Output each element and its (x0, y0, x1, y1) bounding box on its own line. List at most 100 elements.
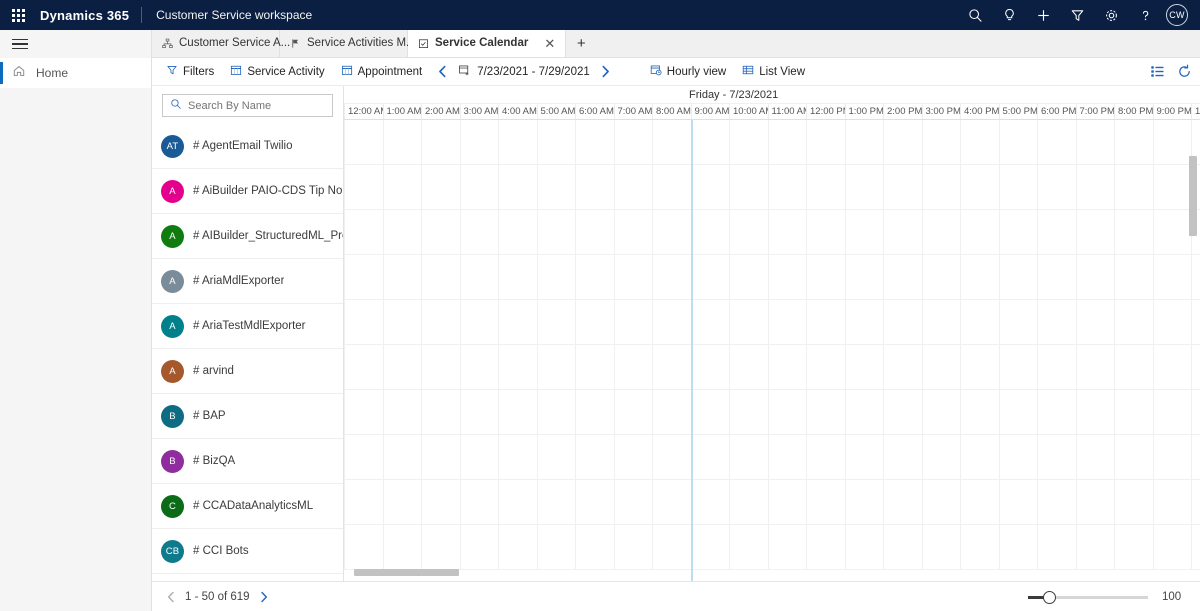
resource-row[interactable]: A # AIBuilder_StructuredML_PrePr (152, 214, 343, 259)
calendar-cell[interactable] (960, 210, 999, 254)
resource-row[interactable]: CB # CCI Bots (152, 529, 343, 574)
calendar-row[interactable] (344, 345, 1200, 390)
calendar-cell[interactable] (1114, 300, 1153, 344)
calendar-cell[interactable] (459, 255, 499, 299)
calendar-row[interactable] (344, 165, 1200, 210)
calendar-cell[interactable] (806, 300, 845, 344)
calendar-cell[interactable] (883, 390, 922, 434)
calendar-cell[interactable] (459, 480, 499, 524)
calendar-cell[interactable] (1037, 210, 1076, 254)
calendar-cell[interactable] (536, 390, 576, 434)
calendar-cell[interactable] (1037, 120, 1076, 164)
calendar-cell[interactable] (536, 210, 576, 254)
calendar-cell[interactable] (883, 345, 922, 389)
calendar-cell[interactable] (382, 525, 422, 569)
calendar-cell[interactable] (1152, 390, 1192, 434)
calendar-cell[interactable] (960, 300, 999, 344)
calendar-cell[interactable] (883, 255, 922, 299)
calendar-cell[interactable] (536, 255, 576, 299)
calendar-cell[interactable] (1114, 345, 1153, 389)
calendar-cell[interactable] (1114, 120, 1153, 164)
calendar-cell[interactable] (729, 255, 768, 299)
calendar-cell[interactable] (575, 165, 614, 209)
refresh-icon[interactable] (1177, 64, 1192, 79)
calendar-cell[interactable] (998, 300, 1038, 344)
calendar-cell[interactable] (1114, 390, 1153, 434)
calendar-cell[interactable] (382, 300, 422, 344)
calendar-cell[interactable] (844, 345, 884, 389)
calendar-cell[interactable] (844, 435, 884, 479)
tab-customer-service-agent[interactable]: Customer Service A... (152, 29, 290, 57)
calendar-cell[interactable] (998, 435, 1038, 479)
calendar-cell[interactable] (998, 345, 1038, 389)
calendar-cell[interactable] (421, 480, 460, 524)
calendar-cell[interactable] (806, 390, 845, 434)
calendar-cell[interactable] (767, 165, 807, 209)
calendar-cell[interactable] (960, 480, 999, 524)
filter-icon[interactable] (1060, 0, 1094, 30)
calendar-cell[interactable] (767, 345, 807, 389)
calendar-cell[interactable] (536, 345, 576, 389)
calendar-row[interactable] (344, 525, 1200, 570)
calendar-cell[interactable] (998, 525, 1038, 569)
calendar-cell[interactable] (690, 255, 730, 299)
calendar-cell[interactable] (421, 390, 460, 434)
calendar-cell[interactable] (690, 525, 730, 569)
calendar-cell[interactable] (421, 435, 460, 479)
date-range-picker[interactable]: 7/23/2021 - 7/29/2021 (454, 64, 594, 79)
calendar-cell[interactable] (844, 120, 884, 164)
calendar-cell[interactable] (844, 210, 884, 254)
resource-row[interactable]: B # BizQA (152, 439, 343, 484)
calendar-cell[interactable] (498, 255, 537, 299)
calendar-cell[interactable] (498, 165, 537, 209)
previous-page-button[interactable] (166, 591, 176, 603)
calendar-cell[interactable] (806, 165, 845, 209)
plus-icon[interactable] (1026, 0, 1060, 30)
calendar-cell[interactable] (498, 480, 537, 524)
calendar-cell[interactable] (806, 435, 845, 479)
calendar-cell[interactable] (459, 345, 499, 389)
calendar-cell[interactable] (344, 210, 383, 254)
calendar-cell[interactable] (844, 255, 884, 299)
calendar-cell[interactable] (883, 300, 922, 344)
calendar-cell[interactable] (921, 390, 961, 434)
calendar-cell[interactable] (1114, 255, 1153, 299)
calendar-cell[interactable] (421, 210, 460, 254)
calendar-row[interactable] (344, 300, 1200, 345)
calendar-cell[interactable] (652, 345, 691, 389)
calendar-cell[interactable] (883, 525, 922, 569)
calendar-cell[interactable] (1152, 300, 1192, 344)
service-activity-button[interactable]: Service Activity (222, 59, 332, 85)
calendar-cell[interactable] (536, 300, 576, 344)
calendar-cell[interactable] (613, 255, 653, 299)
calendar-cell[interactable] (1037, 390, 1076, 434)
calendar-cell[interactable] (382, 435, 422, 479)
calendar-cell[interactable] (498, 345, 537, 389)
calendar-cell[interactable] (883, 165, 922, 209)
calendar-cell[interactable] (1075, 165, 1115, 209)
add-tab-button[interactable]: + (566, 29, 596, 57)
calendar-cell[interactable] (960, 525, 999, 569)
calendar-cell[interactable] (652, 300, 691, 344)
calendar-cell[interactable] (613, 525, 653, 569)
calendar-cell[interactable] (382, 120, 422, 164)
calendar-cell[interactable] (613, 300, 653, 344)
appointment-button[interactable]: Appointment (333, 59, 431, 85)
calendar-cell[interactable] (1037, 165, 1076, 209)
calendar-grid[interactable] (344, 120, 1200, 581)
calendar-cell[interactable] (883, 480, 922, 524)
calendar-cell[interactable] (498, 525, 537, 569)
calendar-cell[interactable] (960, 435, 999, 479)
previous-period-button[interactable] (430, 59, 454, 85)
calendar-cell[interactable] (1152, 120, 1192, 164)
calendar-cell[interactable] (998, 210, 1038, 254)
calendar-cell[interactable] (459, 390, 499, 434)
calendar-cell[interactable] (344, 435, 383, 479)
calendar-cell[interactable] (575, 435, 614, 479)
calendar-cell[interactable] (921, 525, 961, 569)
calendar-cell[interactable] (652, 210, 691, 254)
calendar-cell[interactable] (421, 345, 460, 389)
calendar-cell[interactable] (921, 255, 961, 299)
calendar-cell[interactable] (1152, 255, 1192, 299)
calendar-cell[interactable] (921, 480, 961, 524)
